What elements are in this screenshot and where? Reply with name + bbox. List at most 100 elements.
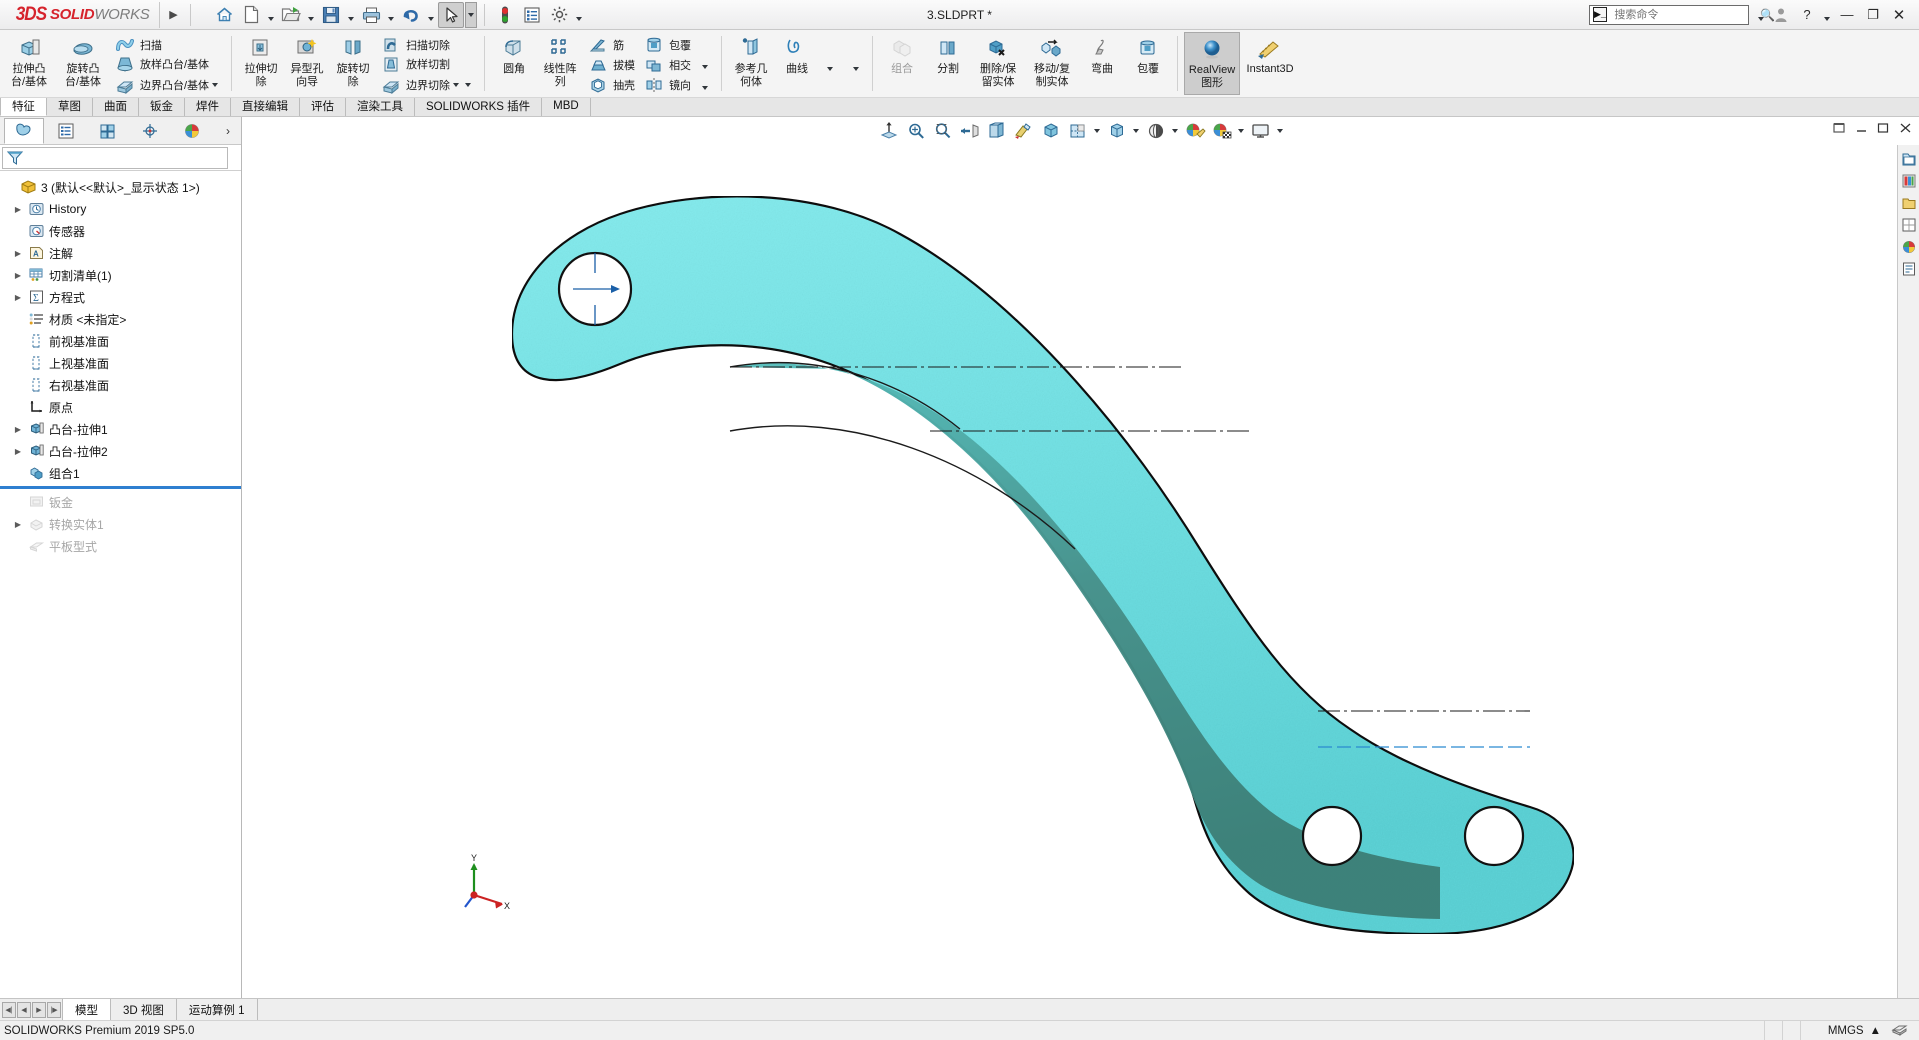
select-cursor-icon[interactable] xyxy=(438,1,465,28)
dimxpert-tab[interactable] xyxy=(130,118,170,144)
tree-item-front-plane[interactable]: ▶ 前视基准面 xyxy=(0,330,241,352)
undo-icon[interactable] xyxy=(398,2,424,28)
select-dropdown-icon[interactable] xyxy=(465,1,478,28)
linear-pattern-button[interactable]: 线性阵列 xyxy=(537,32,583,95)
restore-window-button[interactable]: ❐ xyxy=(1861,2,1885,28)
wrap2-button[interactable]: 包覆 xyxy=(1125,32,1171,95)
extrude-boss-button[interactable]: 拉伸凸 台/基体 xyxy=(2,32,56,95)
file-explorer-icon[interactable] xyxy=(1900,194,1918,212)
tree-item-boss-extrude2[interactable]: ▶ 凸台-拉伸2 xyxy=(0,440,241,462)
configuration-manager-tab[interactable] xyxy=(88,118,128,144)
draft-button[interactable]: 拔模 xyxy=(583,55,639,75)
feature-tree-tab[interactable] xyxy=(4,117,44,144)
save-dropdown-icon[interactable] xyxy=(345,2,357,28)
feature-filter-input[interactable] xyxy=(2,146,228,169)
home-icon[interactable] xyxy=(211,2,237,28)
rebuild-icon[interactable] xyxy=(492,2,518,28)
bottom-tab-3d-views[interactable]: 3D 视图 xyxy=(110,999,177,1020)
search-dropdown-icon[interactable] xyxy=(1755,2,1767,28)
curves-dropdown-icon[interactable] xyxy=(850,58,862,79)
custom-properties-icon[interactable] xyxy=(1900,260,1918,278)
boundary-boss-dropdown-icon[interactable] xyxy=(209,74,221,95)
reference-geometry-button[interactable]: 参考几 何体 xyxy=(728,32,774,95)
help-icon[interactable]: ? xyxy=(1795,2,1819,28)
boundary-boss-button[interactable]: 边界凸台/基体 xyxy=(110,74,225,95)
tree-expander[interactable]: ▶ xyxy=(10,425,26,434)
tree-expander[interactable]: ▶ xyxy=(10,271,26,280)
tree-item-top-plane[interactable]: ▶ 上视基准面 xyxy=(0,352,241,374)
new-document-icon[interactable] xyxy=(238,2,264,28)
split-button[interactable]: 分割 xyxy=(925,32,971,95)
bottom-tab-model[interactable]: 模型 xyxy=(62,999,111,1020)
tree-item-sheetmetal[interactable]: ▶ 钣金 xyxy=(0,491,241,513)
panel-expand-chevron-icon[interactable]: › xyxy=(219,118,237,144)
tree-item-history[interactable]: ▶ History xyxy=(0,198,241,220)
tab-mbd[interactable]: MBD xyxy=(542,97,591,116)
curves-button[interactable]: 曲线 xyxy=(774,32,820,95)
loft-cut-button[interactable]: 放样切割 xyxy=(376,55,478,75)
tab-weldments[interactable]: 焊件 xyxy=(185,97,231,116)
next-tab-button[interactable]: ▶ xyxy=(32,1001,46,1018)
save-icon[interactable] xyxy=(318,2,344,28)
intersect-button[interactable]: 相交 xyxy=(639,55,695,75)
tab-sheetmetal[interactable]: 钣金 xyxy=(139,97,185,116)
revolve-boss-button[interactable]: 旋转凸 台/基体 xyxy=(56,32,110,95)
minimize-window-button[interactable]: — xyxy=(1835,2,1859,28)
boundary-cut-dropdown-icon[interactable] xyxy=(450,74,462,95)
options-dropdown-icon[interactable] xyxy=(573,2,585,28)
sweep-cut-button[interactable]: 扫描切除 xyxy=(376,35,478,55)
tree-item-boss-extrude1[interactable]: ▶ 凸台-拉伸1 xyxy=(0,418,241,440)
file-properties-icon[interactable] xyxy=(519,2,545,28)
extrude-cut-button[interactable]: 拉伸切除 xyxy=(238,32,284,95)
tree-item-convert-solid1[interactable]: ▶ 转换实体1 xyxy=(0,513,241,535)
help-dropdown-icon[interactable] xyxy=(1821,2,1833,28)
tab-direct-editing[interactable]: 直接编辑 xyxy=(231,97,300,116)
tree-expander[interactable]: ▶ xyxy=(10,447,26,456)
boundary-cut-button[interactable]: 边界切除 xyxy=(376,74,478,95)
bottom-tab-motion-study[interactable]: 运动算例 1 xyxy=(175,999,258,1020)
tree-expander[interactable]: ▶ xyxy=(10,249,26,258)
tree-item-material[interactable]: ▶ 材质 <未指定> xyxy=(0,308,241,330)
tree-item-combine1[interactable]: ▶ 组合1 xyxy=(0,462,241,484)
expand-menu-arrow-icon[interactable]: ▶ xyxy=(162,1,184,29)
tab-evaluate[interactable]: 评估 xyxy=(300,97,346,116)
tree-item-part-root[interactable]: ▶ 3 (默认<<默认>_显示状态 1>) xyxy=(0,176,241,198)
print-dropdown-icon[interactable] xyxy=(385,2,397,28)
new-document-dropdown-icon[interactable] xyxy=(265,2,277,28)
tree-item-annotations[interactable]: ▶ A 注解 xyxy=(0,242,241,264)
instant3d-button[interactable]: Instant3D xyxy=(1240,32,1300,95)
tab-solidworks-addins[interactable]: SOLIDWORKS 插件 xyxy=(415,97,543,116)
shell-dropdown-icon[interactable] xyxy=(699,77,711,98)
property-manager-tab[interactable] xyxy=(46,118,86,144)
open-dropdown-icon[interactable] xyxy=(305,2,317,28)
view-palette-icon[interactable] xyxy=(1900,216,1918,234)
move-copy-body-button[interactable]: 移动/复 制实体 xyxy=(1025,32,1079,95)
appearances-scenes-icon[interactable] xyxy=(1900,238,1918,256)
sweep-button[interactable]: 扫描 xyxy=(110,35,225,55)
first-tab-button[interactable]: ◀| xyxy=(2,1001,16,1018)
last-tab-button[interactable]: |▶ xyxy=(47,1001,61,1018)
gear-icon[interactable] xyxy=(546,2,572,28)
wrap-button[interactable]: 包覆 xyxy=(639,35,695,55)
tree-item-sensors[interactable]: ▶ 传感器 xyxy=(0,220,241,242)
open-folder-icon[interactable] xyxy=(278,2,304,28)
part-3d-model[interactable]: Y X xyxy=(242,117,1897,998)
tree-expander[interactable]: ▶ xyxy=(10,520,26,529)
shell-button[interactable]: 抽壳 xyxy=(583,75,639,95)
combine-button[interactable]: 组合 xyxy=(879,32,925,95)
mirror-button[interactable]: 镜向 xyxy=(639,75,695,95)
realview-graphics-button[interactable]: RealView 图形 xyxy=(1184,32,1241,95)
revolve-cut-button[interactable]: 旋转切除 xyxy=(330,32,376,95)
search-command-box[interactable]: ▶_ 🔍 xyxy=(1589,4,1775,25)
units-selector[interactable]: MMGS ▲ xyxy=(1828,1025,1881,1037)
close-window-button[interactable]: ✕ xyxy=(1887,2,1911,28)
cut-group-expand-icon[interactable] xyxy=(462,74,474,95)
tree-item-right-plane[interactable]: ▶ 右视基准面 xyxy=(0,374,241,396)
tree-expander[interactable]: ▶ xyxy=(10,205,26,214)
units-dropdown-icon[interactable]: ▲ xyxy=(1870,1025,1881,1037)
design-library-icon[interactable] xyxy=(1900,172,1918,190)
fillet-button[interactable]: 圆角 xyxy=(491,32,537,95)
tab-features[interactable]: 特征 xyxy=(0,97,47,116)
tree-item-cutlist[interactable]: ▶ 切割清单(1) xyxy=(0,264,241,286)
close-doc-icon[interactable] xyxy=(1897,120,1913,136)
